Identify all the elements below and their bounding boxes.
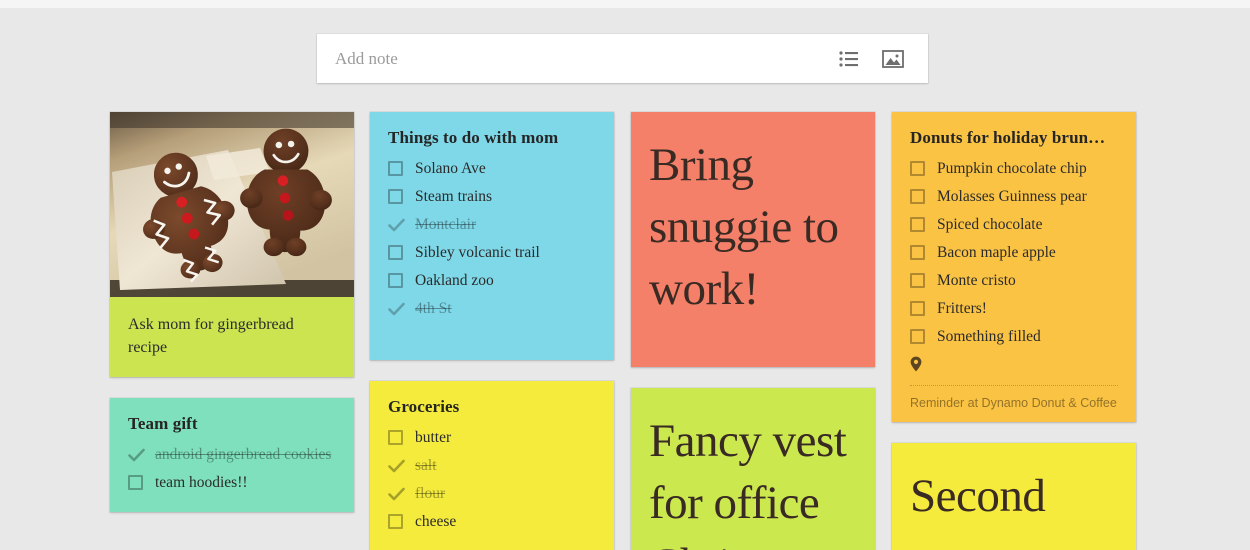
note-big-text: Fancy vest for office Christmas bbox=[649, 415, 847, 550]
board-column-1: Ask mom for gingerbread recipe Team gift… bbox=[110, 112, 354, 533]
note-donuts-holiday-brunch[interactable]: Donuts for holiday brun… Pumpkin chocola… bbox=[892, 112, 1136, 422]
checkbox-icon[interactable] bbox=[388, 430, 403, 445]
note-big-text: Bring snuggie to work! bbox=[649, 139, 839, 315]
add-note-bar[interactable] bbox=[317, 34, 928, 83]
checklist-item-label: Something filled bbox=[937, 328, 1041, 345]
checklist: Pumpkin chocolate chip Molasses Guinness… bbox=[910, 159, 1118, 348]
checklist: android gingerbread cookies team hoodies… bbox=[128, 445, 336, 494]
checklist-item-label: butter bbox=[415, 429, 452, 446]
checklist-item-label: team hoodies!! bbox=[155, 474, 248, 491]
note-body: Team gift android gingerbread cookies te… bbox=[110, 398, 354, 512]
note-title: Groceries bbox=[388, 397, 460, 416]
checklist-item[interactable]: salt bbox=[388, 456, 596, 477]
checklist-item-label: cheese bbox=[415, 513, 457, 530]
board-column-4: Donuts for holiday brun… Pumpkin chocola… bbox=[892, 112, 1136, 550]
note-title: Donuts for holiday brun… bbox=[910, 128, 1106, 147]
reminder-text: Reminder at Dynamo Donut & Coffee bbox=[910, 396, 1117, 410]
checklist-item-label: Fritters! bbox=[937, 300, 987, 317]
note-title: Things to do with mom bbox=[388, 128, 559, 147]
note-second[interactable]: Second bbox=[892, 443, 1136, 550]
checklist-item[interactable]: Spiced chocolate bbox=[910, 215, 1118, 236]
board-column-2: Things to do with mom Solano Ave Steam t… bbox=[370, 112, 614, 550]
checklist-item-label: flour bbox=[415, 485, 446, 502]
checkbox-icon[interactable] bbox=[388, 514, 403, 529]
checkbox-icon[interactable] bbox=[910, 217, 925, 232]
checklist-item-label: Solano Ave bbox=[415, 160, 486, 177]
checklist-item[interactable]: Bacon maple apple bbox=[910, 243, 1118, 264]
reminder-pin-row bbox=[892, 354, 1136, 383]
checklist-item[interactable]: Oakland zoo bbox=[388, 271, 596, 292]
top-strip bbox=[0, 0, 1250, 8]
gingerbread-cookies-image bbox=[110, 112, 354, 297]
checklist-item[interactable]: Monte cristo bbox=[910, 271, 1118, 292]
image-icon[interactable] bbox=[880, 46, 906, 72]
checklist: Solano Ave Steam trains Montclair Sibley… bbox=[388, 159, 596, 320]
checkmark-icon[interactable] bbox=[128, 447, 145, 464]
checklist-item[interactable]: team hoodies!! bbox=[128, 473, 336, 494]
checkbox-icon[interactable] bbox=[910, 301, 925, 316]
note-team-gift[interactable]: Team gift android gingerbread cookies te… bbox=[110, 398, 354, 512]
checkbox-icon[interactable] bbox=[388, 189, 403, 204]
note-body: Donuts for holiday brun… Pumpkin chocola… bbox=[892, 112, 1136, 354]
checklist-item[interactable]: Fritters! bbox=[910, 299, 1118, 320]
checklist-item[interactable]: Something filled bbox=[910, 327, 1118, 348]
checklist-item[interactable]: Sibley volcanic trail bbox=[388, 243, 596, 264]
checklist-item-label: Molasses Guinness pear bbox=[937, 188, 1087, 205]
checkmark-icon[interactable] bbox=[388, 458, 405, 475]
note-big-text: Second bbox=[910, 470, 1046, 522]
checkbox-icon[interactable] bbox=[910, 245, 925, 260]
checklist-item[interactable]: Montclair bbox=[388, 215, 596, 236]
checklist-item-label: Steam trains bbox=[415, 188, 493, 205]
checklist-item-label: 4th St bbox=[415, 300, 452, 317]
note-fancy-vest[interactable]: Fancy vest for office Christmas bbox=[631, 388, 875, 550]
checklist-item-label: Spiced chocolate bbox=[937, 216, 1043, 233]
note-text: Ask mom for gingerbread recipe bbox=[128, 316, 294, 356]
checkbox-icon[interactable] bbox=[388, 273, 403, 288]
checklist-item-label: Pumpkin chocolate chip bbox=[937, 160, 1087, 177]
checklist-item-label: Monte cristo bbox=[937, 272, 1016, 289]
checklist-item[interactable]: Pumpkin chocolate chip bbox=[910, 159, 1118, 180]
location-pin-icon bbox=[910, 356, 922, 376]
checklist-item[interactable]: Steam trains bbox=[388, 187, 596, 208]
checklist-item-label: Bacon maple apple bbox=[937, 244, 1056, 261]
list-icon[interactable] bbox=[836, 46, 862, 72]
note-gingerbread-photo[interactable]: Ask mom for gingerbread recipe bbox=[110, 112, 354, 377]
checklist-item[interactable]: android gingerbread cookies bbox=[128, 445, 336, 466]
checklist-item[interactable]: Solano Ave bbox=[388, 159, 596, 180]
checklist-item-label: Montclair bbox=[415, 216, 477, 233]
checklist-item-label: Oakland zoo bbox=[415, 272, 494, 289]
board-column-3: Bring snuggie to work! Fancy vest for of… bbox=[631, 112, 875, 550]
checklist-item[interactable]: butter bbox=[388, 428, 596, 449]
checklist-item-label: android gingerbread cookies bbox=[155, 446, 332, 463]
checklist-item[interactable]: flour bbox=[388, 484, 596, 505]
add-note-input[interactable] bbox=[317, 34, 836, 83]
note-body: Groceries butter salt flour cheese bbox=[370, 381, 614, 550]
note-things-to-do-with-mom[interactable]: Things to do with mom Solano Ave Steam t… bbox=[370, 112, 614, 360]
note-bring-snuggie[interactable]: Bring snuggie to work! bbox=[631, 112, 875, 367]
add-note-actions bbox=[836, 46, 928, 72]
checklist-item[interactable]: Molasses Guinness pear bbox=[910, 187, 1118, 208]
checklist-item-label: Sibley volcanic trail bbox=[415, 244, 540, 261]
checkbox-icon[interactable] bbox=[388, 161, 403, 176]
note-title: Team gift bbox=[128, 414, 198, 433]
checkbox-icon[interactable] bbox=[128, 475, 143, 490]
checkmark-icon[interactable] bbox=[388, 301, 405, 318]
checklist-item-label: salt bbox=[415, 457, 437, 474]
note-groceries[interactable]: Groceries butter salt flour cheese bbox=[370, 381, 614, 550]
checklist-item[interactable]: cheese bbox=[388, 512, 596, 533]
note-body: Ask mom for gingerbread recipe bbox=[110, 297, 354, 377]
checkbox-icon[interactable] bbox=[910, 161, 925, 176]
checklist: butter salt flour cheese bbox=[388, 428, 596, 533]
note-body: Things to do with mom Solano Ave Steam t… bbox=[370, 112, 614, 360]
checklist-item[interactable]: 4th St bbox=[388, 299, 596, 320]
checkbox-icon[interactable] bbox=[910, 329, 925, 344]
checkbox-icon[interactable] bbox=[388, 245, 403, 260]
checkbox-icon[interactable] bbox=[910, 273, 925, 288]
checkmark-icon[interactable] bbox=[388, 217, 405, 234]
checkmark-icon[interactable] bbox=[388, 486, 405, 503]
checkbox-icon[interactable] bbox=[910, 189, 925, 204]
